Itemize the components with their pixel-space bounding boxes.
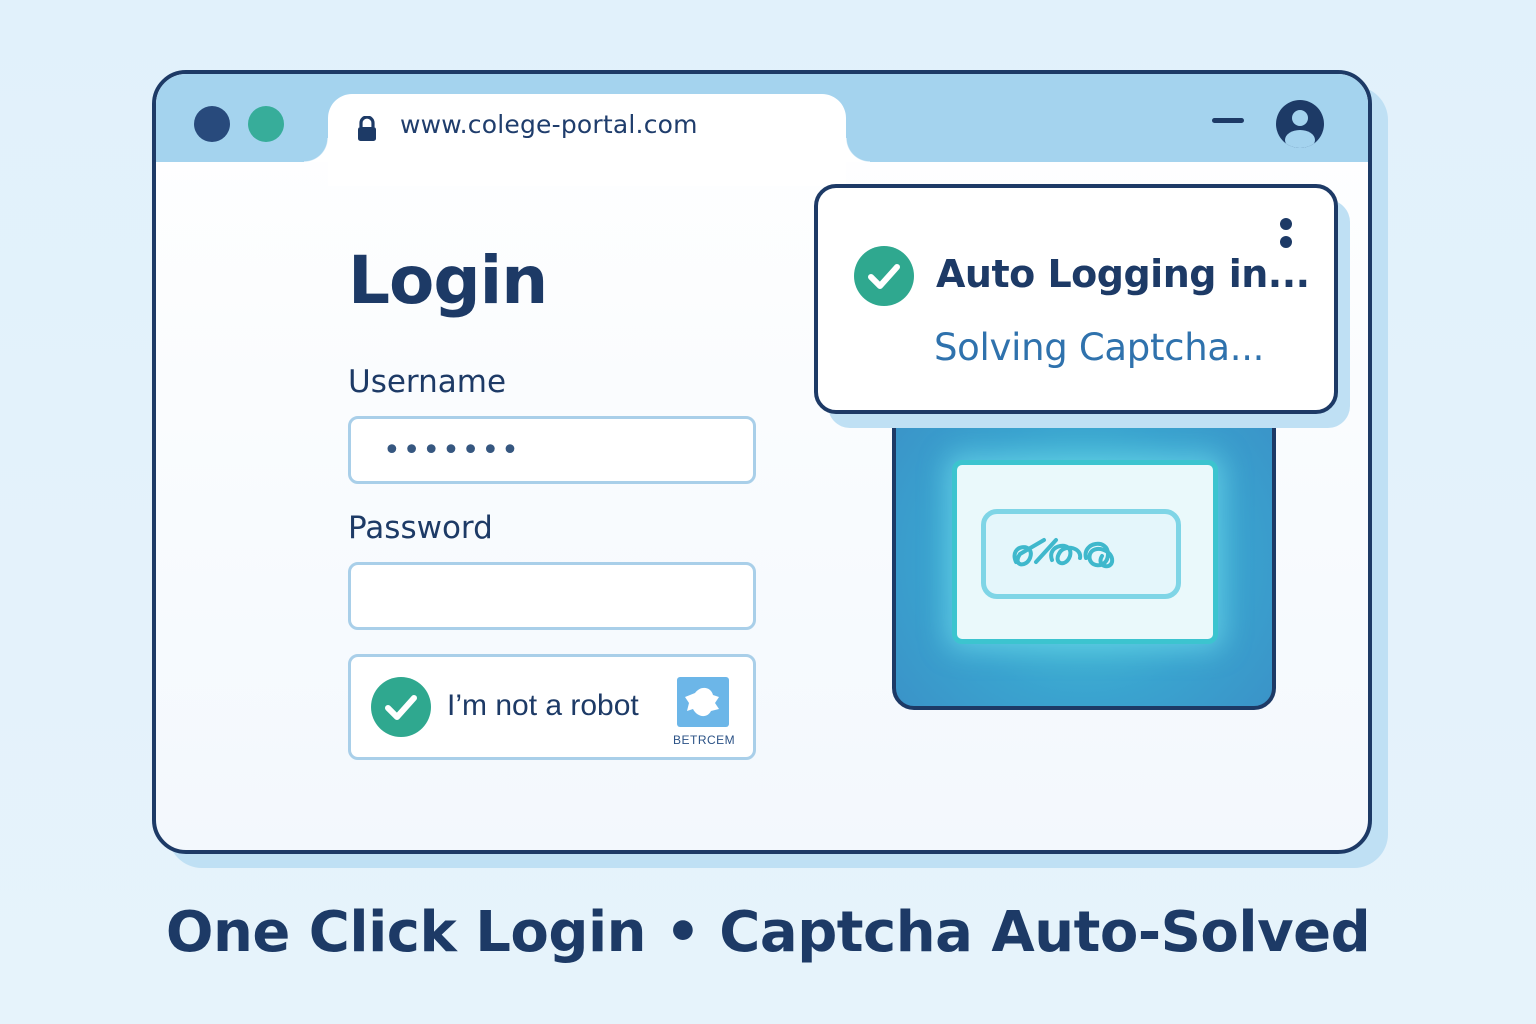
username-field[interactable]: •••••••: [348, 416, 756, 484]
notification-title: Auto Logging in...: [936, 252, 1310, 296]
more-options-icon[interactable]: [1280, 218, 1292, 254]
captcha-glyphs-icon: [1012, 538, 1115, 569]
auto-login-notification: Auto Logging in... Solving Captcha...: [814, 184, 1338, 414]
lock-icon: [358, 116, 376, 141]
recaptcha-logo-icon: [677, 677, 729, 727]
window-maximize-dot[interactable]: [248, 106, 284, 142]
browser-tab[interactable]: [304, 94, 870, 186]
browser-titlebar: www.colege-portal.com: [156, 74, 1368, 186]
recaptcha-checkbox[interactable]: [371, 677, 431, 737]
address-bar-url[interactable]: www.colege-portal.com: [400, 110, 698, 139]
browser-window: www.colege-portal.com Login Username •••…: [152, 70, 1372, 854]
captcha-image-card: [952, 460, 1218, 644]
success-check-icon: [854, 246, 914, 306]
profile-icon[interactable]: [1276, 100, 1324, 148]
minimize-icon[interactable]: [1212, 118, 1244, 123]
username-value: •••••••: [383, 433, 521, 468]
recaptcha-brand: BETRCEM: [673, 733, 736, 747]
check-icon: [385, 695, 417, 720]
password-field[interactable]: [348, 562, 756, 630]
username-label: Username: [348, 364, 507, 400]
notification-status: Solving Captcha...: [934, 326, 1265, 369]
recaptcha-widget: I’m not a robot BETRCEM: [348, 654, 756, 760]
login-title: Login: [348, 242, 548, 319]
window-close-dot[interactable]: [194, 106, 230, 142]
footer-tagline: One Click Login • Captcha Auto-Solved: [165, 900, 1371, 965]
captcha-image: [981, 509, 1181, 599]
password-label: Password: [348, 510, 493, 546]
recaptcha-label: I’m not a robot: [447, 689, 639, 722]
